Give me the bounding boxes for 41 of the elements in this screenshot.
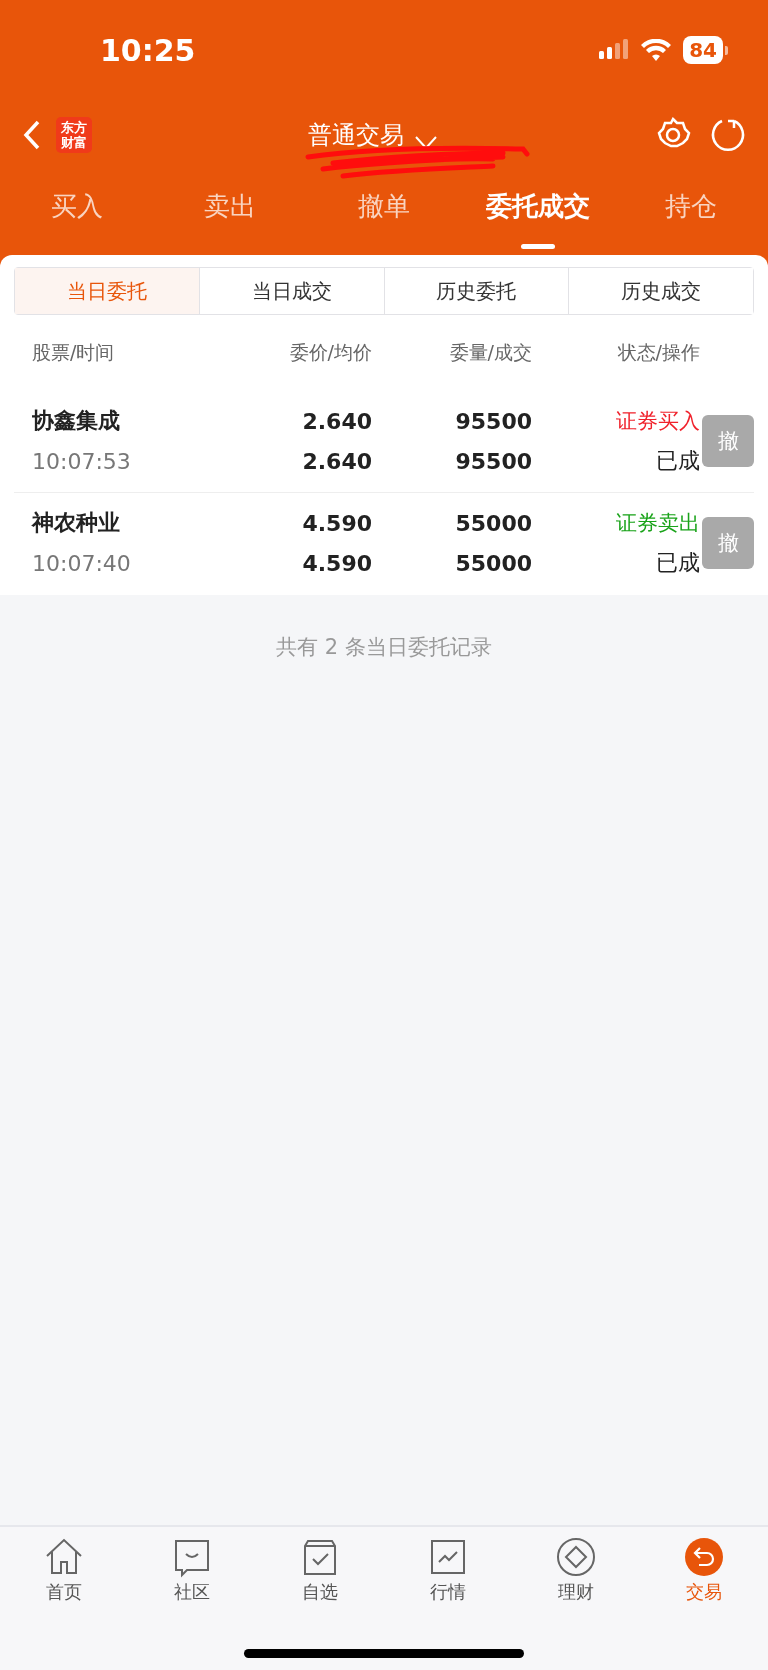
- app-logo: 东方 财富: [56, 117, 92, 153]
- order-time: 10:07:53: [32, 448, 132, 474]
- tab[interactable]: 撤单: [307, 170, 461, 255]
- table-cell-text: 2.640: [301, 448, 372, 474]
- column-header: 状态/操作: [616, 340, 700, 365]
- nav-item[interactable]: 行情: [384, 1535, 512, 1605]
- status-time: 10:25: [100, 32, 196, 68]
- order-time: 10:07:40: [32, 550, 132, 576]
- battery-level: 84: [683, 36, 723, 64]
- order-status: 已成: [655, 447, 700, 475]
- nav-item[interactable]: 自选: [256, 1535, 384, 1605]
- table-cell-text: 95500: [454, 448, 532, 474]
- nav-item[interactable]: 首页: [0, 1535, 128, 1605]
- tab[interactable]: 委托成交: [460, 170, 615, 255]
- segment-tab[interactable]: 当日委托: [15, 268, 199, 314]
- back-icon[interactable]: [22, 119, 42, 151]
- column-header: 委价/均价: [288, 340, 372, 365]
- table-cell-text: 55000: [454, 550, 532, 576]
- order-status: 已成: [655, 549, 700, 577]
- tab[interactable]: 买入: [0, 170, 154, 255]
- column-header: 股票/时间: [32, 340, 116, 365]
- nav-item[interactable]: 交易: [640, 1535, 768, 1605]
- tab[interactable]: 卖出: [153, 170, 308, 255]
- record-count: 共有 2 条当日委托记录: [276, 634, 492, 661]
- nav-item[interactable]: 社区: [128, 1535, 256, 1605]
- wifi-icon: [641, 39, 672, 61]
- order-direction: 证券买入: [615, 408, 700, 435]
- column-header: 委量/成交: [448, 340, 532, 365]
- tab[interactable]: 持仓: [614, 170, 768, 255]
- account-title[interactable]: 普通交易: [308, 119, 404, 151]
- table-cell-text: 4.590: [301, 510, 372, 536]
- stock-name: 协鑫集成: [32, 407, 121, 435]
- stock-name: 神农种业: [32, 509, 121, 537]
- table-cell-text: 4.590: [301, 550, 372, 576]
- segment-tab[interactable]: 历史成交: [568, 268, 753, 314]
- order-direction: 证券卖出: [615, 510, 700, 537]
- nav-item[interactable]: 理财: [512, 1535, 640, 1605]
- signal-icon: [599, 39, 630, 61]
- table-cell-text: 55000: [454, 510, 532, 536]
- table-cell-text: 2.640: [301, 408, 372, 434]
- table-cell-text: 95500: [454, 408, 532, 434]
